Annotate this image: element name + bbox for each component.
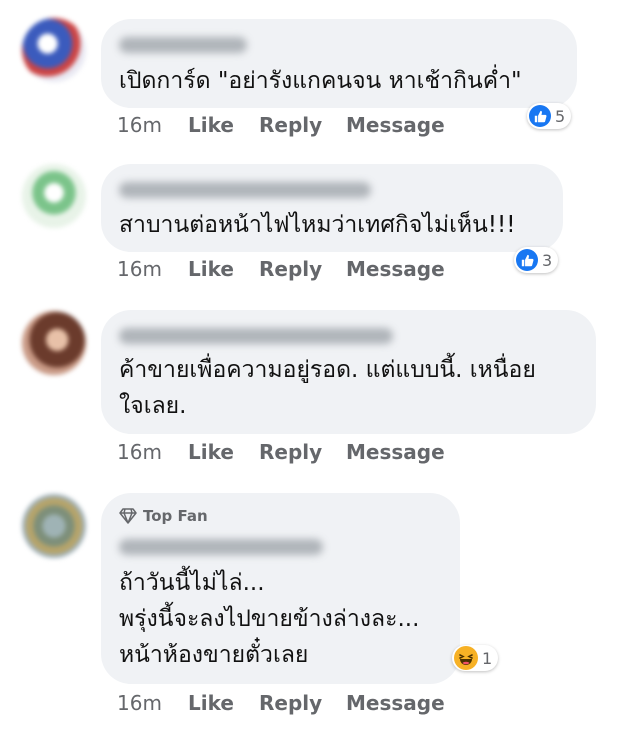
like-button[interactable]: Like [188,691,259,715]
avatar[interactable] [22,494,86,558]
message-button[interactable]: Message [346,113,445,137]
author-name[interactable] [119,328,393,344]
comment-bubble: ค้าขายเพื่อความอยู่รอด. แต่แบบนี้. เหนื่… [101,310,596,434]
comment-bubble: สาบานต่อหน้าไฟไหมว่าเทศกิจไม่เห็น!!! [101,164,563,252]
like-icon [529,105,551,127]
author-name[interactable] [119,37,247,53]
haha-icon [454,646,478,670]
timestamp[interactable]: 16m [117,440,188,464]
reaction-count[interactable]: 3 [514,247,559,273]
avatar[interactable] [22,311,86,375]
message-button[interactable]: Message [346,257,445,281]
reply-button[interactable]: Reply [259,691,346,715]
comment-actions: 16m Like Reply Message [117,113,445,137]
comment-text: ถ้าวันนี้ไม่ไล่... พรุ่งนี้จะลงไปขายข้าง… [119,570,420,668]
message-button[interactable]: Message [346,691,445,715]
like-button[interactable]: Like [188,257,259,281]
timestamp[interactable]: 16m [117,691,188,715]
reaction-number: 3 [542,250,553,270]
top-fan-label: Top Fan [143,507,208,525]
reaction-count[interactable]: 1 [452,645,499,671]
comment-actions: 16m Like Reply Message [117,440,445,464]
top-fan-badge: Top Fan [119,507,208,525]
timestamp[interactable]: 16m [117,113,188,137]
avatar[interactable] [22,18,86,82]
comment-actions: 16m Like Reply Message [117,257,445,281]
like-button[interactable]: Like [188,440,259,464]
comment-bubble: Top Fan ถ้าวันนี้ไม่ไล่... พรุ่งนี้จะลงไ… [101,493,460,684]
author-name[interactable] [119,539,323,555]
diamond-icon [119,508,137,524]
author-name[interactable] [119,182,371,198]
avatar[interactable] [22,164,86,228]
reply-button[interactable]: Reply [259,257,346,281]
like-button[interactable]: Like [188,113,259,137]
comment-text: เปิดการ์ด "อย่ารังแกคนจน หาเช้ากินค่ำ" [119,68,522,94]
reply-button[interactable]: Reply [259,440,346,464]
comment-text: ค้าขายเพื่อความอยู่รอด. แต่แบบนี้. เหนื่… [119,357,536,419]
comment-text: สาบานต่อหน้าไฟไหมว่าเทศกิจไม่เห็น!!! [119,212,516,238]
comment-actions: 16m Like Reply Message [117,691,445,715]
reaction-number: 1 [482,648,493,668]
comment-bubble: เปิดการ์ด "อย่ารังแกคนจน หาเช้ากินค่ำ" [101,19,577,108]
message-button[interactable]: Message [346,440,445,464]
timestamp[interactable]: 16m [117,257,188,281]
like-icon [516,249,538,271]
reply-button[interactable]: Reply [259,113,346,137]
reaction-number: 5 [555,106,566,126]
reaction-count[interactable]: 5 [527,103,572,129]
